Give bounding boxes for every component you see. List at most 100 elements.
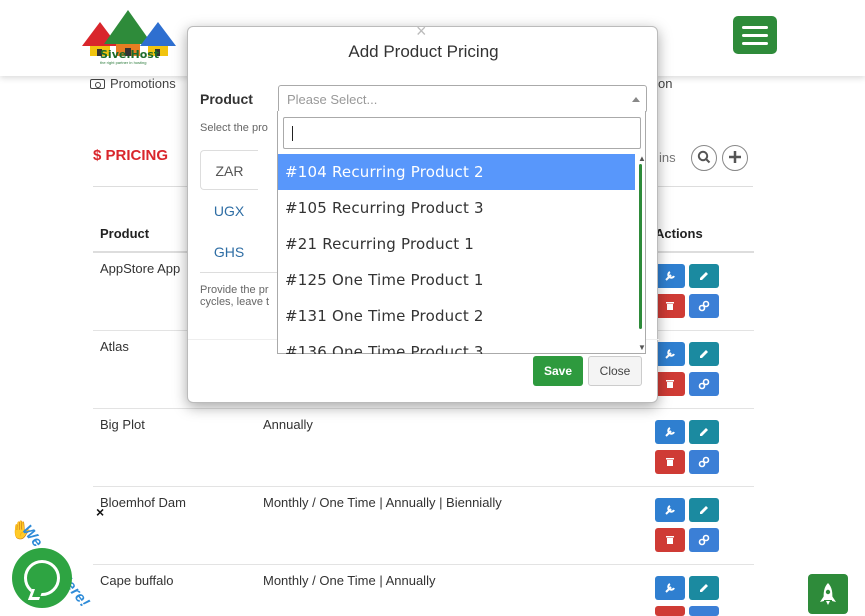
page-title: $ PRICING — [93, 147, 169, 164]
menu-bar — [742, 26, 768, 29]
edit-button[interactable] — [689, 342, 719, 366]
pencil-icon — [700, 506, 708, 514]
pricing-help-line: Provide the pr — [200, 284, 269, 296]
column-header-actions: Actions — [655, 226, 703, 241]
dropdown-search-input[interactable] — [283, 117, 641, 149]
wrench-icon — [665, 505, 675, 515]
row-divider — [93, 408, 754, 409]
pricing-help-text: Provide the pr cycles, leave t — [200, 284, 269, 308]
table-row-product: Cape buffalo — [100, 573, 174, 588]
link-button[interactable] — [689, 294, 719, 318]
link-button[interactable] — [689, 528, 719, 552]
dropdown-option[interactable]: #131 One Time Product 2 — [278, 298, 635, 334]
tab-ugx[interactable]: UGX — [200, 191, 258, 231]
link-icon — [698, 534, 710, 546]
nav-item-fragment[interactable]: on — [658, 76, 672, 91]
back-to-top-button[interactable] — [808, 574, 848, 614]
delete-button[interactable] — [655, 450, 685, 474]
configure-button[interactable] — [655, 264, 685, 288]
caret-up-icon — [632, 97, 640, 102]
money-icon — [90, 79, 105, 89]
table-row-cycles: Monthly / One Time | Annually | Biennial… — [263, 495, 502, 510]
dropdown-option[interactable]: #125 One Time Product 1 — [278, 262, 635, 298]
delete-button[interactable] — [655, 606, 685, 616]
pencil-icon — [700, 428, 708, 436]
edit-button[interactable] — [689, 420, 719, 444]
wrench-icon — [665, 349, 675, 359]
link-icon — [698, 300, 710, 312]
pencil-icon — [700, 584, 708, 592]
product-dropdown: #104 Recurring Product 2 #105 Recurring … — [277, 111, 646, 354]
modal-title: Add Product Pricing — [348, 42, 499, 61]
table-row-product: Big Plot — [100, 417, 145, 432]
trash-icon — [666, 458, 674, 466]
currency-tabs: ZAR UGX GHS — [200, 150, 280, 270]
table-row-cycles: Monthly / One Time | Annually — [263, 573, 436, 588]
column-header-product: Product — [100, 226, 150, 241]
trash-icon — [666, 380, 674, 388]
pencil-icon — [700, 272, 708, 280]
dropdown-option[interactable]: #105 Recurring Product 3 — [278, 190, 635, 226]
delete-button[interactable] — [655, 528, 685, 552]
pencil-icon — [700, 350, 708, 358]
dropdown-scrollbar[interactable]: ▲ ▼ — [637, 154, 646, 354]
trash-icon — [666, 302, 674, 310]
chat-launcher-button[interactable] — [12, 548, 72, 608]
wrench-icon — [665, 583, 675, 593]
table-row-product: AppStore App — [100, 261, 181, 276]
table-row-product: Atlas — [100, 339, 129, 354]
chat-icon — [24, 560, 60, 596]
logo-tagline: the right partner in hosting — [100, 60, 147, 65]
promotions-label: Promotions — [110, 76, 176, 91]
close-button[interactable]: Close — [588, 356, 642, 386]
tab-zar[interactable]: ZAR — [200, 150, 258, 190]
edit-button[interactable] — [689, 498, 719, 522]
link-icon — [698, 456, 710, 468]
row-divider — [93, 564, 754, 565]
save-button[interactable]: Save — [533, 356, 583, 386]
product-field-label: Product — [200, 91, 253, 107]
delete-button[interactable] — [655, 294, 685, 318]
dropdown-option[interactable]: #21 Recurring Product 1 — [278, 226, 635, 262]
scroll-up-icon[interactable]: ▲ — [638, 154, 646, 163]
menu-bar — [742, 34, 768, 37]
row-divider — [93, 486, 754, 487]
chat-close-icon[interactable]: × — [96, 504, 104, 520]
table-row-cycles: Annually — [263, 417, 313, 432]
wrench-icon — [665, 271, 675, 281]
link-icon — [698, 378, 710, 390]
section-text-fragment: ins — [659, 150, 676, 165]
configure-button[interactable] — [655, 498, 685, 522]
configure-button[interactable] — [655, 420, 685, 444]
search-icon — [697, 150, 711, 164]
dropdown-option[interactable]: #136 One Time Product 3 — [278, 334, 635, 354]
link-button[interactable] — [689, 606, 719, 616]
add-button[interactable] — [722, 145, 748, 171]
rocket-icon — [820, 583, 836, 605]
wrench-icon — [665, 427, 675, 437]
tab-ghs[interactable]: GHS — [200, 232, 258, 272]
menu-bar — [742, 42, 768, 45]
configure-button[interactable] — [655, 576, 685, 600]
dropdown-options: #104 Recurring Product 2 #105 Recurring … — [278, 154, 637, 354]
promotions-link[interactable]: Promotions — [90, 76, 176, 91]
product-select[interactable]: Please Select... — [278, 85, 647, 113]
link-button[interactable] — [689, 372, 719, 396]
plus-icon — [729, 151, 741, 163]
hamburger-menu-button[interactable] — [733, 16, 777, 54]
scrollbar-thumb[interactable] — [639, 164, 642, 329]
table-row-product: Bloemhof Dam — [100, 495, 186, 510]
pricing-help-line: cycles, leave t — [200, 296, 270, 308]
scroll-down-icon[interactable]: ▼ — [638, 343, 646, 352]
edit-button[interactable] — [689, 264, 719, 288]
configure-button[interactable] — [655, 342, 685, 366]
search-button[interactable] — [691, 145, 717, 171]
link-button[interactable] — [689, 450, 719, 474]
product-help-text: Select the pro — [200, 122, 268, 134]
trash-icon — [666, 536, 674, 544]
modal-close-icon[interactable]: × — [416, 21, 427, 42]
dropdown-option[interactable]: #104 Recurring Product 2 — [278, 154, 635, 190]
edit-button[interactable] — [689, 576, 719, 600]
delete-button[interactable] — [655, 372, 685, 396]
text-cursor — [292, 126, 293, 141]
